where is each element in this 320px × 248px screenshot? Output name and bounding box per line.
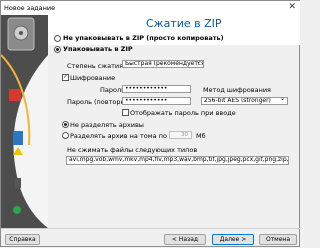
encryption-method-label: Метод шифрования (203, 86, 271, 94)
help-button[interactable]: Справка (5, 234, 40, 245)
footer-divider (1, 228, 300, 229)
encryption-label[interactable]: Шифрование (70, 74, 115, 82)
exclude-types-input[interactable]: avi,mpg,vob,wmv,mkv,mp4,flv,mp3,wav,bmp,… (66, 156, 289, 165)
volume-unit-label: Мб (196, 132, 206, 140)
dialog-window: Новое задание ✕ Сжатие в ZIP Не упаковыв… (0, 0, 300, 247)
cancel-button[interactable]: Отмена (259, 234, 297, 245)
window-title: Новое задание (4, 4, 56, 12)
next-button[interactable]: Далее > (212, 234, 254, 245)
show-password-checkbox[interactable] (122, 109, 129, 116)
wizard-illustration-icon (1, 15, 48, 228)
split-label[interactable]: Разделять архив на тома по (70, 132, 167, 140)
no-compression-radio[interactable] (54, 35, 61, 42)
back-button[interactable]: < Назад (164, 234, 206, 245)
split-radio[interactable] (62, 132, 69, 139)
compress-zip-radio[interactable] (54, 46, 61, 53)
encryption-checkbox[interactable]: ✓ (62, 74, 69, 81)
encryption-method-select[interactable]: 256-bit AES (stronger) (201, 97, 288, 105)
title-bar: Новое задание ✕ (1, 1, 300, 15)
password-confirm-input[interactable]: •••••••••••• (122, 97, 191, 105)
no-compression-label[interactable]: Не упаковывать в ZIP (просто копировать) (63, 34, 224, 42)
password-input[interactable]: •••••••••••• (122, 85, 191, 93)
sidebar-artwork (1, 15, 48, 228)
compress-zip-label[interactable]: Упаковывать в ZIP (63, 45, 133, 53)
compression-level-label: Степень сжатия (67, 62, 124, 70)
no-split-label[interactable]: Не разделять архивы (70, 121, 144, 129)
compression-level-select[interactable]: Быстрая (рекомендуется) (122, 60, 204, 68)
volume-size-stepper[interactable]: 30 (169, 131, 192, 139)
show-password-label[interactable]: Отображать пароль при вводе (130, 109, 236, 117)
exclude-types-label: Не сжимать файлы следующих типов (67, 146, 198, 154)
close-icon[interactable]: ✕ (288, 2, 296, 12)
page-title: Сжатие в ZIP (146, 17, 222, 30)
no-split-radio[interactable] (62, 121, 69, 128)
